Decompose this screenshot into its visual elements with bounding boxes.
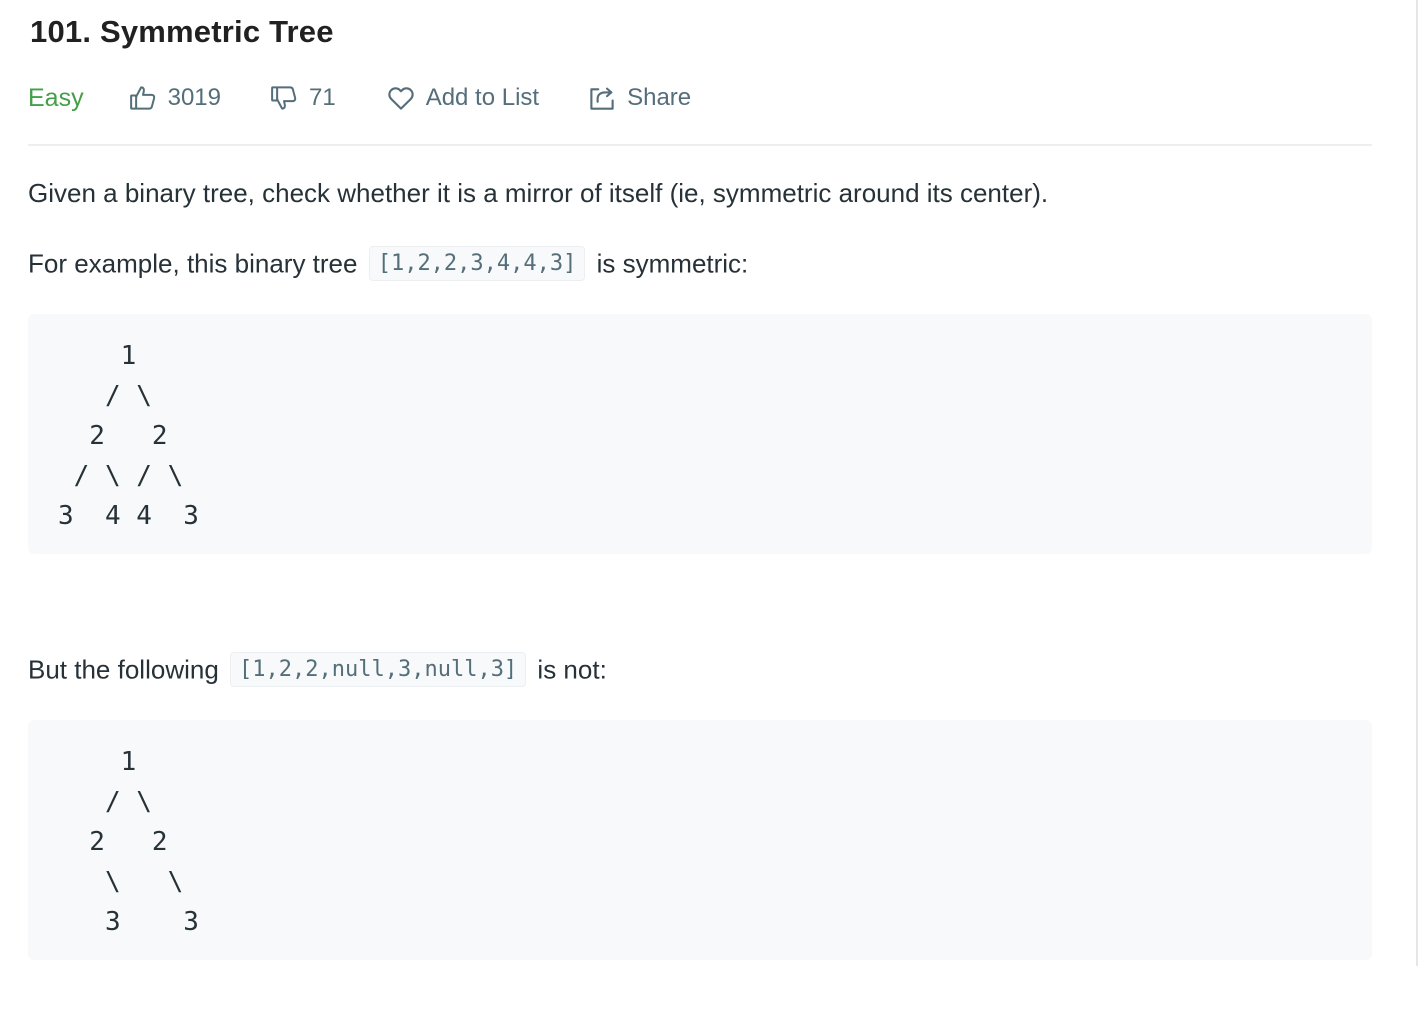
example-1-prefix: For example, this binary tree [28,248,358,279]
example-1-suffix: is symmetric: [596,248,749,279]
example-1-sentence: For example, this binary tree [1,2,2,3,4… [28,246,749,283]
share-label: Share [627,84,692,111]
header-divider [28,144,1372,146]
example-1-tree-block: 1 / \ 2 2 / \ / \ 3 4 4 3 [28,314,1372,554]
like-count: 3019 [167,84,221,111]
add-to-list-button[interactable]: Add to List [386,83,539,113]
example-1-array-code: [1,2,2,3,4,4,3] [368,246,586,281]
share-button[interactable]: Share [587,83,691,113]
add-to-list-label: Add to List [425,84,540,111]
example-2-prefix: But the following [28,654,219,685]
difficulty-label: Easy [28,83,84,112]
problem-meta-row: Easy 3019 71 Add to List Share [28,80,691,116]
dislike-button[interactable]: 71 [269,83,336,113]
dislike-count: 71 [308,84,336,111]
like-button[interactable]: 3019 [128,83,221,113]
heart-icon [388,87,414,110]
thumbs-down-icon [271,86,297,110]
example-2-suffix: is not: [537,654,607,685]
share-icon [590,87,614,110]
problem-title: 101. Symmetric Tree [30,14,334,49]
example-2-array-code: [1,2,2,null,3,null,3] [230,652,527,687]
example-2-sentence: But the following [1,2,2,null,3,null,3] … [28,652,607,689]
thumbs-up-icon [129,86,155,110]
example-2-tree-block: 1 / \ 2 2 \ \ 3 3 [28,720,1372,960]
example-2-tree-diagram: 1 / \ 2 2 \ \ 3 3 [89,747,199,937]
problem-intro-text: Given a binary tree, check whether it is… [28,178,1049,208]
example-1-tree-diagram: 1 / \ 2 2 / \ / \ 3 4 4 3 [58,341,199,531]
